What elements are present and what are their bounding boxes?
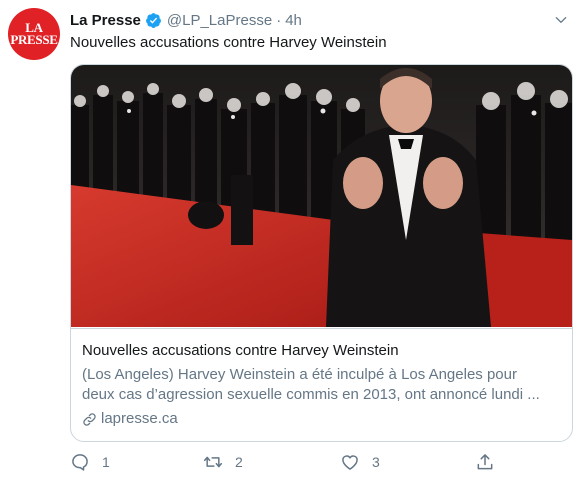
card-description-line1: (Los Angeles) Harvey Weinstein a été inc… xyxy=(82,366,517,383)
action-bar: 1 2 3 xyxy=(70,452,500,476)
tweet-timestamp[interactable]: 4h xyxy=(285,12,302,29)
retweet-count: 2 xyxy=(235,454,243,470)
retweet-button[interactable]: 2 xyxy=(203,452,243,472)
reply-count: 1 xyxy=(102,454,110,470)
avatar[interactable]: LA PRESSE xyxy=(8,8,60,60)
retweet-icon xyxy=(203,456,223,468)
reply-button[interactable]: 1 xyxy=(70,452,110,472)
card-image[interactable] xyxy=(71,65,572,327)
reply-icon xyxy=(72,454,88,471)
card-title[interactable]: Nouvelles accusations contre Harvey Wein… xyxy=(82,341,561,361)
card-domain[interactable]: lapresse.ca xyxy=(82,409,561,429)
link-icon xyxy=(83,412,96,426)
tweet-header: La Presse @LP_LaPresse · 4h xyxy=(70,10,302,30)
separator-dot: · xyxy=(276,11,282,29)
card-description-line2: deux cas d’agression sexuelle commis en … xyxy=(82,386,540,403)
chevron-down-icon[interactable] xyxy=(553,12,569,28)
account-handle[interactable]: @LP_LaPresse xyxy=(167,12,272,29)
card-description: (Los Angeles) Harvey Weinstein a été inc… xyxy=(82,365,561,405)
card-body[interactable]: Nouvelles accusations contre Harvey Wein… xyxy=(71,328,572,441)
verified-badge-icon xyxy=(145,12,161,28)
like-icon xyxy=(342,455,358,470)
share-button[interactable] xyxy=(475,452,495,472)
account-name[interactable]: La Presse xyxy=(70,12,141,29)
like-count: 3 xyxy=(372,454,380,470)
link-card[interactable]: Nouvelles accusations contre Harvey Wein… xyxy=(70,64,573,442)
like-button[interactable]: 3 xyxy=(340,452,380,472)
share-icon xyxy=(477,454,493,470)
avatar-text-line2: PRESSE xyxy=(10,32,58,47)
card-domain-text: lapresse.ca xyxy=(101,410,178,427)
tweet-text: Nouvelles accusations contre Harvey Wein… xyxy=(70,34,387,51)
